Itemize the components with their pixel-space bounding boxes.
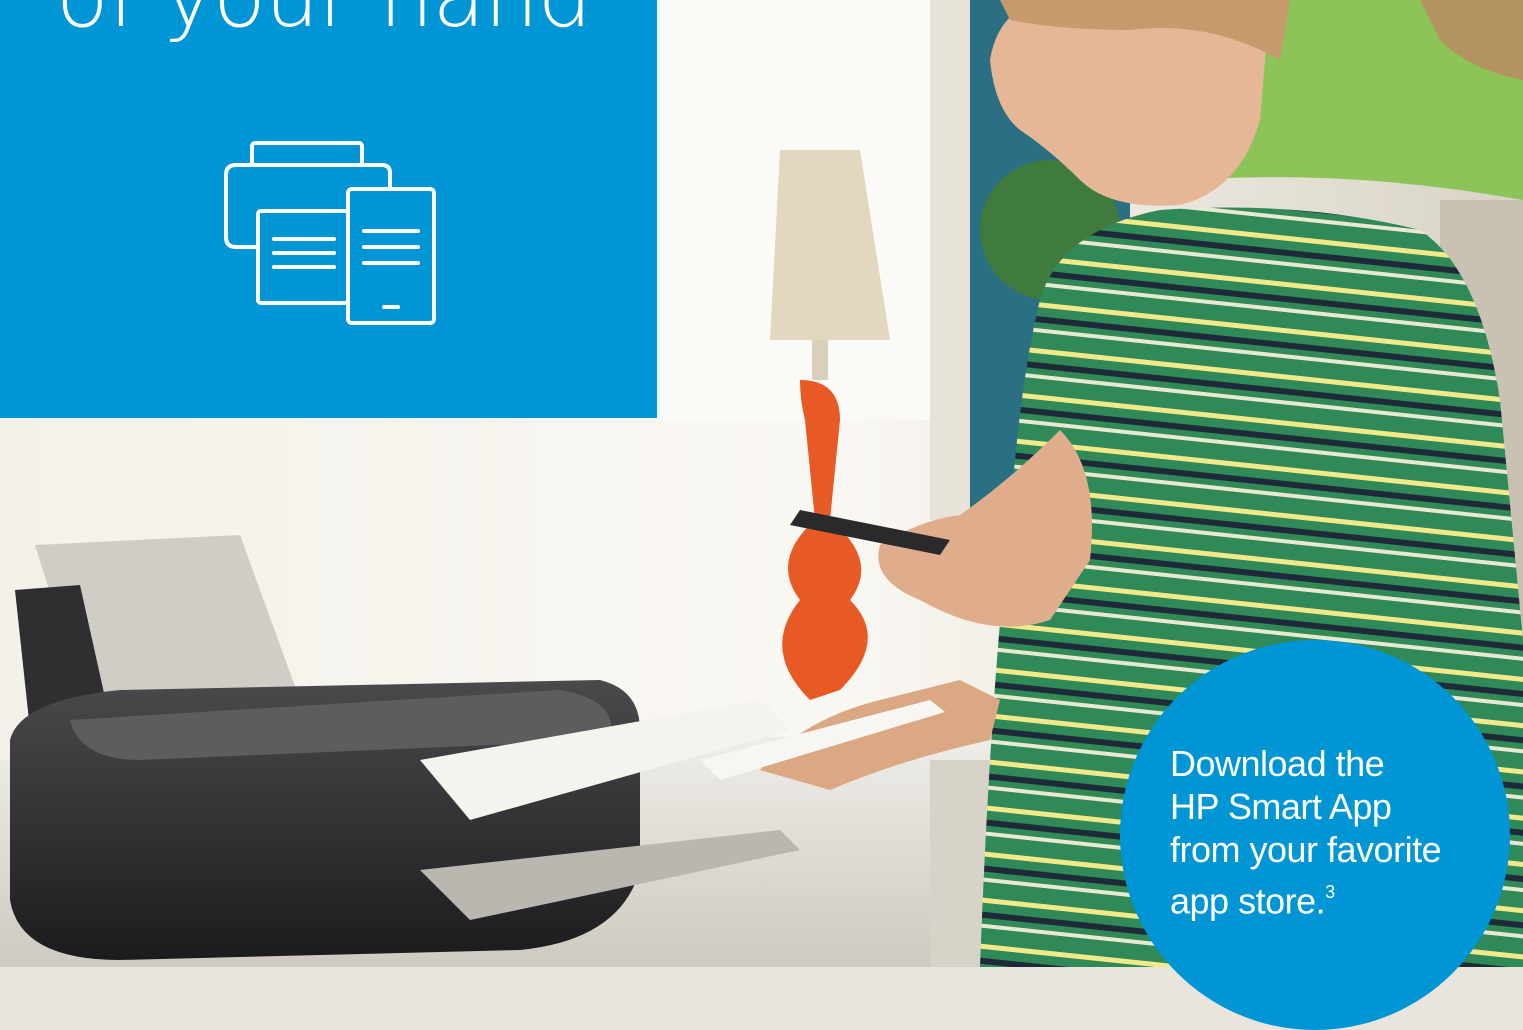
headline-text: of your hand [56, 0, 592, 47]
download-callout-circle: Download the HP Smart App from your favo… [1120, 640, 1510, 1030]
callout-line-3: from your favorite [1170, 829, 1442, 870]
printer-with-tablet-icon [224, 141, 436, 325]
callout-line-2: HP Smart App [1170, 786, 1392, 827]
callout-line-4-text: app store. [1170, 880, 1326, 922]
headline: of your hand3 [56, 0, 613, 40]
callout-footnote: 3 [1325, 882, 1335, 902]
headline-panel: of your hand3 [0, 0, 657, 418]
callout-line-1: Download the [1170, 743, 1385, 784]
callout-line-4: app store.3 [1170, 871, 1500, 922]
download-callout-text: Download the HP Smart App from your favo… [1170, 742, 1500, 922]
